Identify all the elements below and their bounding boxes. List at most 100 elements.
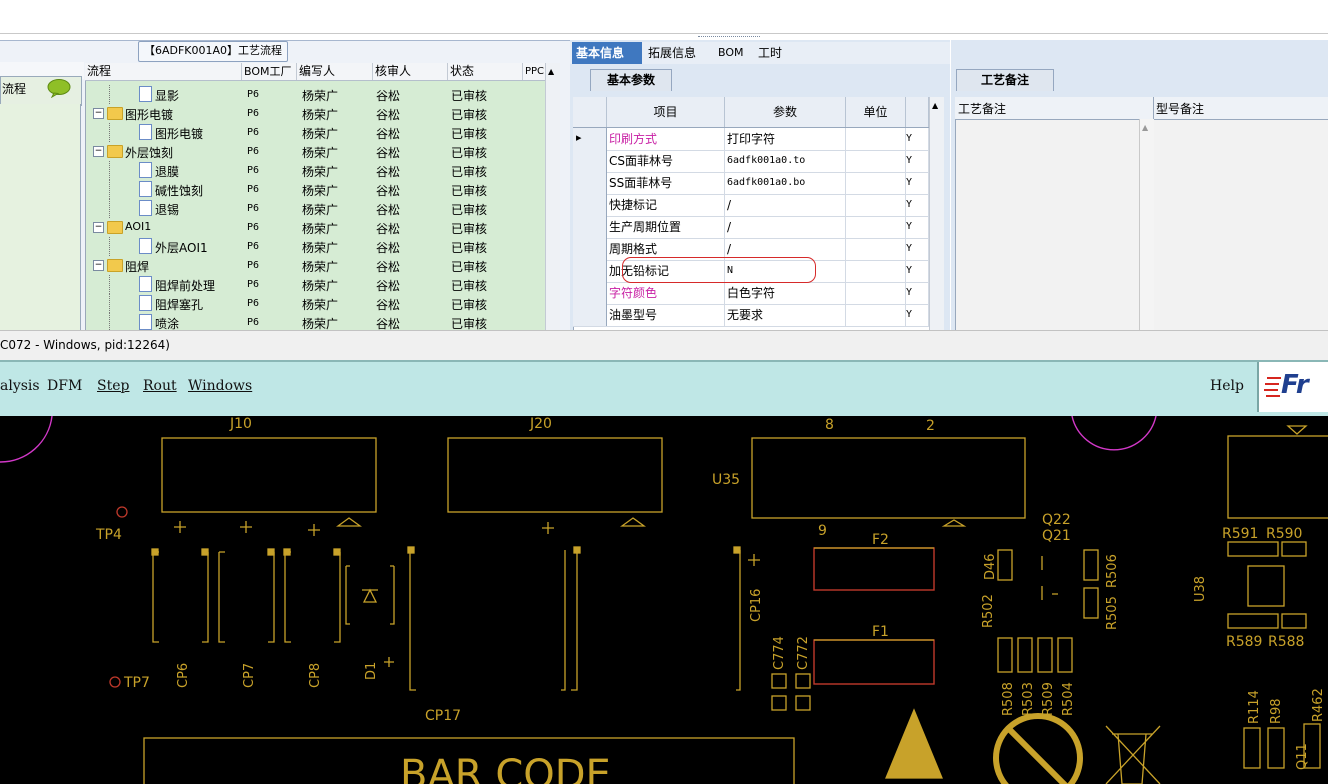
param-row[interactable]: 快捷标记 / Y [573,194,929,217]
process-flow-tab[interactable]: 【6ADFK001A0】工艺流程 [138,41,288,62]
collapse-icon[interactable]: − [93,222,104,233]
param-unit-cell[interactable] [846,216,906,238]
row-selector[interactable]: ▸ [573,128,607,150]
param-unit-cell[interactable] [846,260,906,282]
params-scrollbar[interactable]: ▲ [929,97,944,330]
param-value-cell[interactable]: / [725,194,846,216]
param-row[interactable]: ▸ 印刷方式 打印字符 Y [573,128,929,151]
tree-row[interactable]: 显影 P6 杨荣广 谷松 已审核 [85,85,545,104]
param-flag-cell[interactable]: Y [906,238,929,260]
tree-row[interactable]: 退膜 P6 杨荣广 谷松 已审核 [85,161,545,180]
param-value-cell[interactable]: / [725,216,846,238]
row-selector[interactable] [573,172,607,194]
menu-rout[interactable]: Rout [143,378,177,394]
tab-bom[interactable]: BOM [714,42,748,64]
scroll-up-icon[interactable]: ▲ [1142,123,1148,132]
param-unit-cell[interactable] [846,194,906,216]
col-model-note[interactable]: 型号备注 [1156,100,1204,117]
param-item-cell[interactable]: SS面菲林号 [607,172,725,194]
col-flow[interactable]: 流程 [85,63,242,80]
param-item-cell[interactable]: 生产周期位置 [607,216,725,238]
row-selector[interactable] [573,150,607,172]
splitter-grip[interactable] [698,36,760,42]
tree-row[interactable]: − 外层蚀刻 P6 杨荣广 谷松 已审核 [85,142,545,161]
tree-row[interactable]: − 图形电镀 P6 杨荣广 谷松 已审核 [85,104,545,123]
scroll-up-icon[interactable]: ▲ [548,67,554,76]
param-item-cell[interactable]: CS面菲林号 [607,150,725,172]
param-value-cell[interactable]: 6adfk001a0.bo [725,172,846,194]
tab-process-notes[interactable]: 工艺备注 [956,69,1054,91]
param-item-cell[interactable]: 快捷标记 [607,194,725,216]
param-unit-cell[interactable] [846,238,906,260]
param-row[interactable]: 字符颜色 白色字符 Y [573,282,929,305]
tree-row[interactable]: 外层AOI1 P6 杨荣广 谷松 已审核 [85,237,545,256]
param-unit-cell[interactable] [846,128,906,150]
param-row[interactable]: 油墨型号 无要求 Y [573,304,929,327]
param-flag-cell[interactable]: Y [906,150,929,172]
collapse-icon[interactable]: − [93,260,104,271]
pcb-drawing[interactable]: J10 J20 U35 8 2 9 TP4 TP7 CP17 F2 F1 Q22… [0,416,1328,784]
menu-step[interactable]: Step [97,378,129,394]
collapse-icon[interactable]: − [93,108,104,119]
param-flag-cell[interactable]: Y [906,194,929,216]
row-selector[interactable] [573,194,607,216]
param-flag-cell[interactable]: Y [906,216,929,238]
param-unit-cell[interactable] [846,282,906,304]
row-selector[interactable] [573,216,607,238]
tree-scrollbar[interactable]: ▲ [545,63,560,330]
menu-windows[interactable]: Windows [188,378,252,394]
col-bom[interactable]: BOM工厂 [242,63,297,80]
param-row[interactable]: CS面菲林号 6adfk001a0.to Y [573,150,929,173]
document-icon [139,86,152,102]
param-item-cell[interactable]: 印刷方式 [607,128,725,150]
param-flag-cell[interactable]: Y [906,260,929,282]
pcb-canvas[interactable]: J10 J20 U35 8 2 9 TP4 TP7 CP17 F2 F1 Q22… [0,416,1328,784]
tab-extended-info[interactable]: 拓展信息 [644,42,700,64]
tree-row[interactable]: − AOI1 P6 杨荣广 谷松 已审核 [85,218,545,237]
col-status[interactable]: 状态 [448,63,523,80]
tree-row[interactable]: 阻焊塞孔 P6 杨荣广 谷松 已审核 [85,294,545,313]
menu-analysis[interactable]: alysis [0,378,40,394]
row-selector[interactable] [573,282,607,304]
collapse-icon[interactable]: − [93,146,104,157]
param-value-cell[interactable]: 无要求 [725,304,846,326]
param-value-cell[interactable]: 打印字符 [725,128,846,150]
col-flag[interactable] [906,97,929,127]
param-value-cell[interactable]: 白色字符 [725,282,846,304]
param-unit-cell[interactable] [846,304,906,326]
param-flag-cell[interactable]: Y [906,172,929,194]
param-unit-cell[interactable] [846,150,906,172]
menu-help[interactable]: Help [1210,378,1244,394]
notes-scrollbar[interactable]: ▲ [1139,119,1154,330]
scroll-up-icon[interactable]: ▲ [932,101,938,110]
param-item-cell[interactable]: 字符颜色 [607,282,725,304]
col-reviewer[interactable]: 核审人 [373,63,448,80]
param-value-cell[interactable]: 6adfk001a0.to [725,150,846,172]
menu-dfm[interactable]: DFM [47,378,82,394]
col-process-note[interactable]: 工艺备注 [958,100,1006,117]
param-flag-cell[interactable]: Y [906,128,929,150]
param-unit-cell[interactable] [846,172,906,194]
tree-row[interactable]: − 阻焊 P6 杨荣广 谷松 已审核 [85,256,545,275]
tree-row[interactable]: 碱性蚀刻 P6 杨荣广 谷松 已审核 [85,180,545,199]
bom-cell: P6 [247,108,260,119]
tree-row[interactable]: 图形电镀 P6 杨荣广 谷松 已审核 [85,123,545,142]
param-item-cell[interactable]: 油墨型号 [607,304,725,326]
param-flag-cell[interactable]: Y [906,282,929,304]
col-param[interactable]: 参数 [725,97,846,127]
subtab-basic-params[interactable]: 基本参数 [590,69,672,91]
param-row[interactable]: SS面菲林号 6adfk001a0.bo Y [573,172,929,195]
param-row[interactable]: 生产周期位置 / Y [573,216,929,239]
row-selector[interactable] [573,260,607,282]
tab-basic-info[interactable]: 基本信息 [572,42,642,64]
col-item[interactable]: 项目 [607,97,725,127]
col-writer[interactable]: 编写人 [297,63,373,80]
tree-row[interactable]: 退锡 P6 杨荣广 谷松 已审核 [85,199,545,218]
tree-row[interactable]: 阻焊前处理 P6 杨荣广 谷松 已审核 [85,275,545,294]
row-selector[interactable] [573,304,607,326]
col-ppc[interactable]: PPC [523,63,547,80]
row-selector[interactable] [573,238,607,260]
col-unit[interactable]: 单位 [846,97,906,127]
tab-work-hours[interactable]: 工时 [754,42,786,64]
param-flag-cell[interactable]: Y [906,304,929,326]
